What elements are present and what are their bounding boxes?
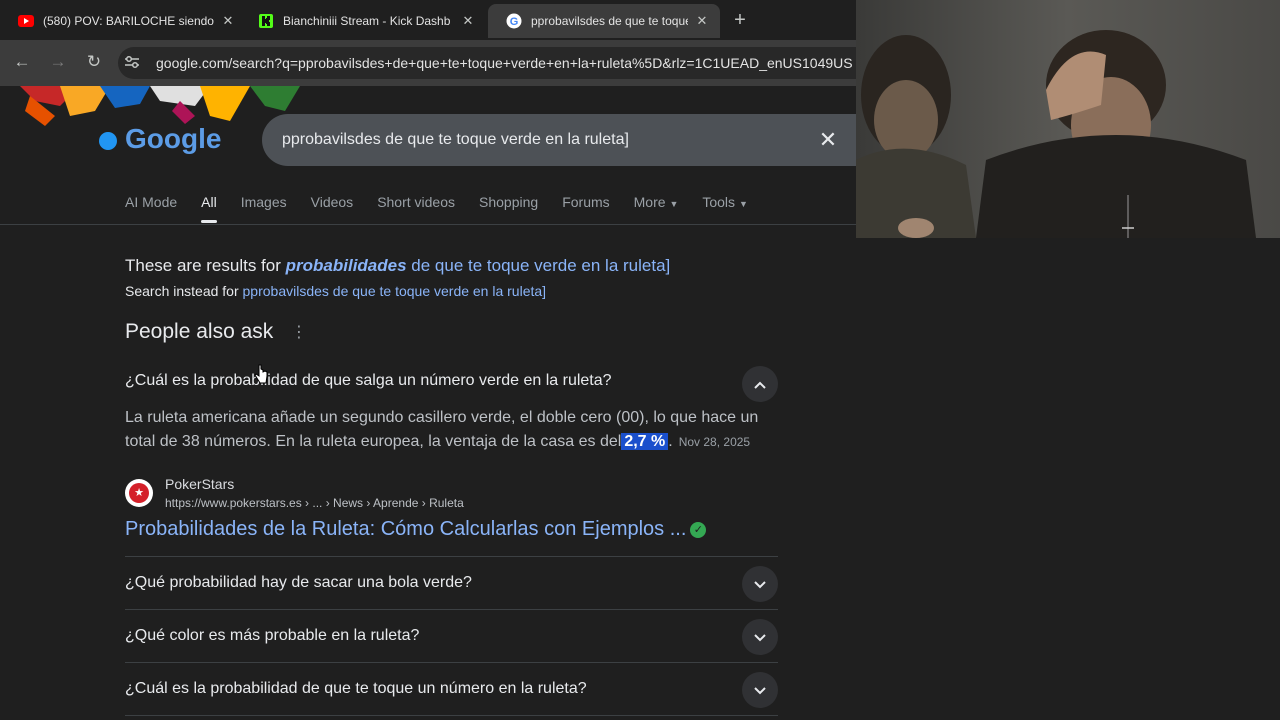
verified-check-icon: ✓ — [690, 521, 707, 538]
corrected-query-link[interactable]: probabilidades de que te toque verde en … — [286, 256, 671, 275]
filter-forums[interactable]: Forums — [562, 194, 609, 224]
source-name: PokerStars — [165, 476, 235, 492]
reload-icon[interactable]: ↻ — [82, 50, 106, 74]
answer-date: Nov 28, 2025 — [678, 435, 751, 449]
webcam-overlay — [856, 0, 1280, 238]
close-tab-icon[interactable]: ✕ — [220, 13, 236, 29]
clear-search-icon[interactable]: ✕ — [816, 127, 840, 153]
google-doodle-logo[interactable]: Google — [0, 86, 300, 166]
svg-text:G: G — [510, 16, 519, 28]
forward-icon[interactable]: → — [46, 50, 70, 74]
chevron-down-icon[interactable] — [742, 672, 778, 708]
search-filters: AI Mode All Images Videos Short videos S… — [125, 194, 772, 224]
close-tab-icon[interactable]: ✕ — [694, 13, 710, 29]
paa-question-text: ¿Cuál es la probabilidad de que salga un… — [125, 372, 612, 389]
search-input[interactable]: pprobavilsdes de que te toque verde en l… — [262, 114, 856, 166]
chevron-up-icon[interactable] — [742, 366, 778, 402]
webcam-video-image — [856, 0, 1280, 238]
google-icon: G — [506, 13, 522, 29]
chevron-down-icon[interactable] — [742, 619, 778, 655]
search-results-page: Google pprobavilsdes de que te toque ver… — [0, 86, 856, 720]
filter-divider — [0, 224, 856, 225]
mouse-cursor-icon — [254, 364, 268, 384]
tab-kick[interactable]: Bianchiniii Stream - Kick Dashb ✕ — [240, 4, 486, 38]
empty-area — [856, 238, 1280, 720]
site-info-icon[interactable] — [124, 55, 144, 72]
source-url: https://www.pokerstars.es › ... › News ›… — [165, 496, 464, 510]
pokerstars-logo-icon: ★ — [125, 479, 153, 507]
filter-ai-mode[interactable]: AI Mode — [125, 194, 177, 224]
paa-question[interactable]: ¿Cuál es la probabilidad de que te toque… — [125, 662, 778, 716]
caret-down-icon: ▼ — [669, 199, 679, 209]
filter-shopping[interactable]: Shopping — [479, 194, 538, 224]
browser-toolbar: ← → ↻ google.com/search?q=pprobavilsdes+… — [0, 40, 878, 86]
tab-strip: (580) POV: BARILOCHE siendo u ✕ Bianchin… — [0, 0, 856, 40]
paa-answer: La ruleta americana añade un segundo cas… — [125, 409, 759, 450]
tab-youtube[interactable]: (580) POV: BARILOCHE siendo u ✕ — [0, 4, 246, 38]
search-instead: Search instead for pprobavilsdes de que … — [125, 283, 547, 299]
url-text: google.com/search?q=pprobavilsdes+de+que… — [156, 55, 853, 71]
result-title-link[interactable]: Probabilidades de la Ruleta: Cómo Calcul… — [125, 518, 707, 541]
search-query-text: pprobavilsdes de que te toque verde en l… — [282, 131, 629, 148]
answer-highlight: 2,7 % — [621, 433, 669, 450]
more-options-icon[interactable]: ⋮ — [291, 322, 307, 342]
filter-short-videos[interactable]: Short videos — [377, 194, 455, 224]
answer-source[interactable]: ★ PokerStars https://www.pokerstars.es ›… — [125, 476, 785, 516]
filter-videos[interactable]: Videos — [311, 194, 354, 224]
filter-tools[interactable]: Tools ▼ — [702, 194, 748, 224]
youtube-icon — [18, 13, 34, 29]
filter-images[interactable]: Images — [241, 194, 287, 224]
people-also-ask-heading: People also ask — [125, 320, 274, 343]
paa-question[interactable]: ¿Qué probabilidad hay de sacar una bola … — [125, 556, 778, 610]
address-bar[interactable]: google.com/search?q=pprobavilsdes+de+que… — [118, 47, 878, 79]
spelling-correction: These are results for probabilidades de … — [125, 256, 671, 275]
svg-text:Google: Google — [125, 123, 221, 154]
new-tab-button[interactable]: + — [730, 8, 750, 32]
paa-question[interactable]: ¿Qué color es más probable en la ruleta? — [125, 609, 778, 663]
paa-question-expanded[interactable]: ¿Cuál es la probabilidad de que salga un… — [125, 366, 778, 406]
tab-title: (580) POV: BARILOCHE siendo u — [43, 14, 214, 28]
filter-more[interactable]: More ▼ — [634, 194, 679, 224]
close-tab-icon[interactable]: ✕ — [460, 13, 476, 29]
filter-all[interactable]: All — [201, 194, 217, 224]
chevron-down-icon[interactable] — [742, 566, 778, 602]
paa-divider — [125, 715, 778, 720]
tab-google[interactable]: G pprobavilsdes de que te toque ✕ — [488, 4, 720, 38]
caret-down-icon: ▼ — [738, 199, 748, 209]
original-query-link[interactable]: pprobavilsdes de que te toque verde en l… — [243, 283, 547, 299]
tab-title: Bianchiniii Stream - Kick Dashb — [283, 14, 451, 28]
kick-icon — [258, 13, 274, 29]
tab-title: pprobavilsdes de que te toque — [531, 14, 688, 28]
back-icon[interactable]: ← — [10, 50, 34, 74]
